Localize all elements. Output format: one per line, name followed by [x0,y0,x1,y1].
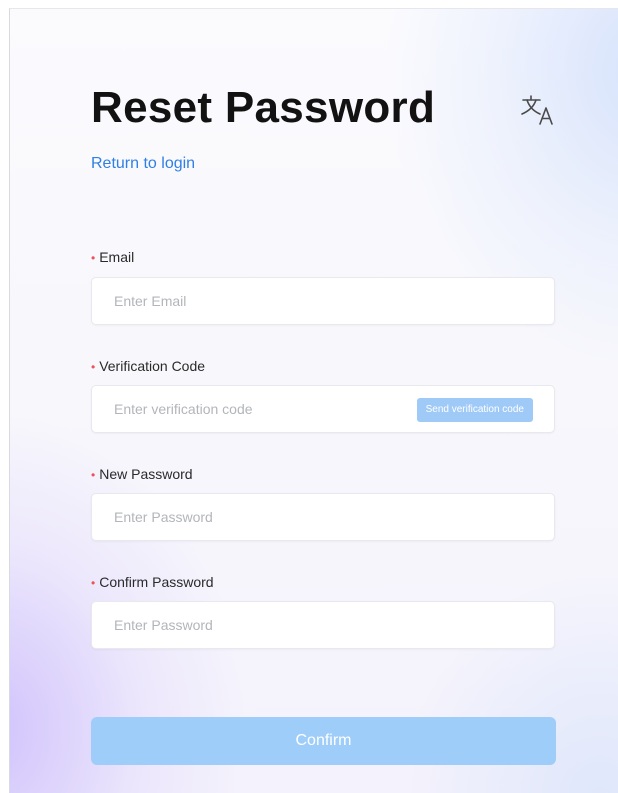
confirm-password-field-box [91,601,555,649]
verification-code-input[interactable] [92,386,352,432]
email-field-box [91,277,555,325]
new-password-input[interactable] [92,494,554,540]
confirm-button[interactable]: Confirm [91,717,556,765]
email-label: • Email [91,249,135,265]
verification-code-label: • Verification Code [91,358,206,374]
required-marker: • [91,576,96,590]
verification-code-field-box: Send verification code [91,385,555,433]
reset-password-panel: Reset Password Return to login •Email •V… [9,8,618,793]
new-password-field-box [91,493,555,541]
translate-icon[interactable] [518,91,558,131]
required-marker: • [91,360,96,374]
return-to-login-link[interactable]: Return to login [91,155,195,173]
confirm-password-label: • Confirm Password [91,574,214,590]
confirm-password-input[interactable] [92,602,554,648]
page-title: Reset Password [91,83,436,132]
required-marker: • [91,251,96,265]
email-input[interactable] [92,278,554,324]
new-password-label: • New Password [91,466,193,482]
required-marker: • [91,468,96,482]
send-verification-code-button[interactable]: Send verification code [416,398,533,422]
